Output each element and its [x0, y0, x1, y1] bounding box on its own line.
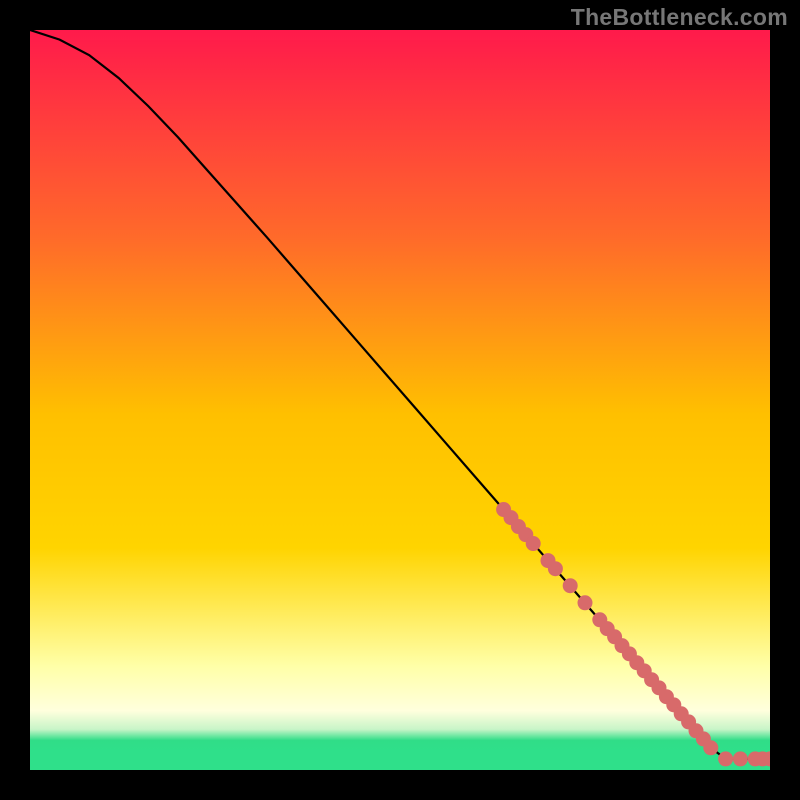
data-point	[703, 740, 718, 755]
data-point	[718, 751, 733, 766]
data-point	[526, 536, 541, 551]
chart-frame: TheBottleneck.com	[0, 0, 800, 800]
gradient-background	[30, 30, 770, 770]
attribution-text: TheBottleneck.com	[571, 4, 788, 31]
data-point	[578, 595, 593, 610]
plot-area	[30, 30, 770, 770]
chart-svg	[30, 30, 770, 770]
data-point	[548, 561, 563, 576]
data-point	[563, 578, 578, 593]
data-point	[733, 751, 748, 766]
